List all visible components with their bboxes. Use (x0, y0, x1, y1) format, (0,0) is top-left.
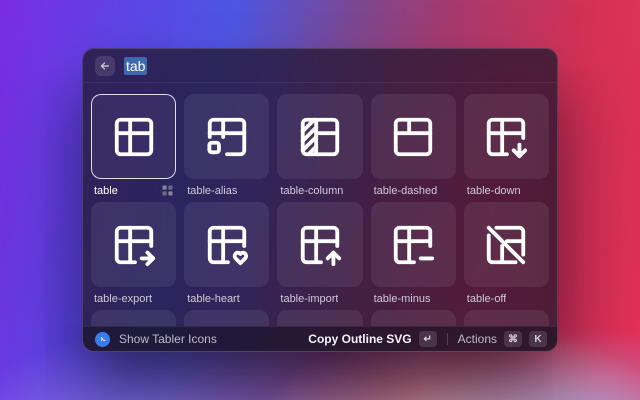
icon-grid-cell: table-import (277, 202, 362, 310)
icon-tile[interactable] (464, 202, 549, 287)
icon-tile[interactable] (91, 310, 176, 326)
table-import-icon (297, 222, 343, 268)
back-arrow-icon (99, 60, 111, 72)
icon-grid-cell: table-heart (184, 202, 269, 310)
icon-tile[interactable] (371, 310, 456, 326)
icon-tile[interactable] (464, 94, 549, 179)
icon-grid-cell: table-alias (184, 94, 269, 202)
pinned-indicator-icon (162, 185, 173, 196)
icon-label-row: table (91, 179, 176, 202)
icon-label: table-alias (187, 185, 237, 197)
icon-grid-cell-partial (371, 310, 456, 326)
icon-tile[interactable] (277, 94, 362, 179)
action-bar: Show Tabler Icons Copy Outline SVG ↵ Act… (83, 326, 557, 351)
table-column-icon (297, 114, 343, 160)
icon-label-row: table-off (464, 287, 549, 310)
icon-grid-cell: table-minus (371, 202, 456, 310)
search-input[interactable]: tab (124, 57, 147, 75)
icon-grid-cell-partial (464, 310, 549, 326)
icon-label-row: table-import (277, 287, 362, 310)
icon-grid-cell: table-dashed (371, 94, 456, 202)
icon-label: table-column (280, 185, 343, 197)
table-down-icon (483, 114, 529, 160)
icon-grid-cell: table-export (91, 202, 176, 310)
search-input-selected-text: tab (124, 57, 147, 75)
icon-tile[interactable] (91, 94, 176, 179)
icon-label: table-import (280, 293, 338, 305)
icon-grid-cell-partial (277, 310, 362, 326)
icon-tile[interactable] (371, 94, 456, 179)
icon-label-row: table-export (91, 287, 176, 310)
app-label: Show Tabler Icons (119, 332, 217, 346)
icon-label: table-export (94, 293, 152, 305)
action-bar-left: Show Tabler Icons (95, 332, 308, 347)
table-minus-icon (390, 222, 436, 268)
table-off-icon (483, 222, 529, 268)
icon-label-row: table-minus (371, 287, 456, 310)
footer-divider (447, 333, 448, 345)
icon-grid-cell: table-off (464, 202, 549, 310)
k-key-badge: K (529, 331, 547, 347)
icon-label-row: table-dashed (371, 179, 456, 202)
icon-tile[interactable] (184, 94, 269, 179)
icon-grid: table table-alias table-column table-das… (91, 94, 549, 326)
icon-label: table-dashed (374, 185, 438, 197)
icon-label: table-down (467, 185, 521, 197)
actions-menu-label[interactable]: Actions (458, 332, 497, 346)
icon-label-row: table-alias (184, 179, 269, 202)
table-export-icon (111, 222, 157, 268)
cmd-key-badge: ⌘ (504, 331, 522, 347)
icon-label: table-heart (187, 293, 240, 305)
table-alias-icon (204, 114, 250, 160)
tabler-extension-icon (95, 332, 110, 347)
results-area: table table-alias table-column table-das… (83, 83, 557, 326)
icon-label-row: table-down (464, 179, 549, 202)
icon-tile[interactable] (464, 310, 549, 326)
icon-label-row: table-heart (184, 287, 269, 310)
action-bar-right: Copy Outline SVG ↵ Actions ⌘ K (308, 331, 547, 347)
primary-action-label[interactable]: Copy Outline SVG (308, 332, 411, 346)
back-button[interactable] (95, 56, 115, 76)
icon-grid-cell: table-column (277, 94, 362, 202)
icon-tile[interactable] (277, 310, 362, 326)
icon-tile[interactable] (184, 310, 269, 326)
icon-tile[interactable] (371, 202, 456, 287)
icon-label: table-minus (374, 293, 431, 305)
icon-label-row: table-column (277, 179, 362, 202)
icon-grid-cell-partial (91, 310, 176, 326)
icon-grid-cell: table (91, 94, 176, 202)
table-dashed-icon (390, 114, 436, 160)
table-icon (111, 114, 157, 160)
icon-label: table-off (467, 293, 507, 305)
icon-tile[interactable] (184, 202, 269, 287)
icon-grid-cell: table-down (464, 94, 549, 202)
icon-tile[interactable] (277, 202, 362, 287)
icon-tile[interactable] (91, 202, 176, 287)
enter-key-badge: ↵ (419, 331, 437, 347)
icon-grid-cell-partial (184, 310, 269, 326)
icon-search-window: tab table table-alias table-column table… (82, 48, 558, 352)
search-bar: tab (83, 49, 557, 83)
table-heart-icon (204, 222, 250, 268)
icon-label: table (94, 185, 118, 197)
